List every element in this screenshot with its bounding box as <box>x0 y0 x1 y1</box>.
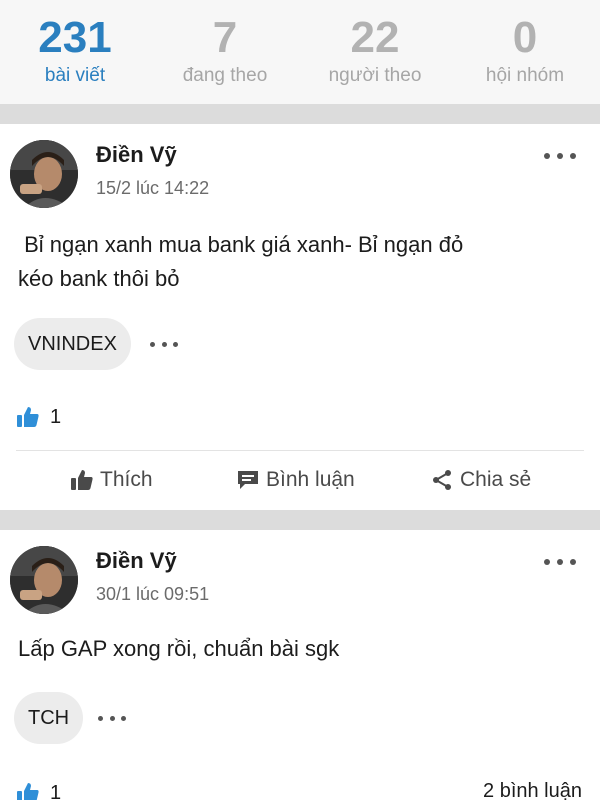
like-button-label: Thích <box>100 468 153 491</box>
post-content-line: Lấp GAP xong rồi, chuẩn bài sgk <box>18 636 340 661</box>
share-button-label: Chia sẻ <box>460 468 532 491</box>
stock-tag[interactable]: VNINDEX <box>14 318 131 370</box>
post-author[interactable]: Điền Vỹ <box>96 142 177 168</box>
stat-followers-count: 22 <box>350 13 400 62</box>
stat-posts-label: bài viết <box>44 65 106 86</box>
section-separator <box>0 104 600 124</box>
stat-groups-label: hội nhóm <box>485 65 565 86</box>
comment-button[interactable]: Bình luận <box>236 460 355 500</box>
stat-posts-count: 231 <box>38 13 112 62</box>
thumbs-up-icon <box>17 407 39 427</box>
post-date: 30/1 lúc 09:51 <box>96 584 210 604</box>
stat-groups[interactable]: 0 hội nhóm <box>450 0 600 104</box>
post-date: 15/2 lúc 14:22 <box>96 178 210 198</box>
tag-more-dots-icon[interactable] <box>98 714 126 722</box>
avatar[interactable] <box>10 140 78 208</box>
profile-stats-bar: 231 bài viết 7 đang theo 22 người theo 0… <box>0 0 600 104</box>
thumbs-up-icon <box>71 470 93 490</box>
post-author[interactable]: Điền Vỹ <box>96 548 177 574</box>
share-button[interactable]: Chia sẻ <box>430 460 531 500</box>
stat-followers[interactable]: 22 người theo <box>300 0 450 104</box>
comment-count-link[interactable]: 2 bình luận <box>483 780 582 800</box>
like-button[interactable]: Thích <box>70 460 153 500</box>
divider <box>16 450 584 451</box>
stat-groups-count: 0 <box>512 13 538 62</box>
comment-button-label: Bình luận <box>266 468 355 491</box>
like-count: 1 <box>50 405 62 428</box>
post-content-line: kéo bank thôi bỏ <box>18 266 180 291</box>
stat-posts[interactable]: 231 bài viết <box>0 0 150 104</box>
post-content: Bỉ ngạn xanh mua bank giá xanh- Bỉ ngạn … <box>18 228 578 296</box>
post-actions: Thích Bình luận Chia sẻ <box>0 460 600 500</box>
post-content-line: Bỉ ngạn xanh mua bank giá xanh- Bỉ ngạn … <box>18 232 464 257</box>
like-summary[interactable]: 1 <box>16 404 61 430</box>
thumbs-up-icon <box>17 783 39 800</box>
more-dots-icon[interactable] <box>544 550 576 574</box>
post-content: Lấp GAP xong rồi, chuẩn bài sgk <box>18 632 578 666</box>
section-separator <box>0 510 600 530</box>
tag-more-dots-icon[interactable] <box>150 340 178 348</box>
post-card: Điền Vỹ 15/2 lúc 14:22 Bỉ ngạn xanh mua … <box>0 124 600 510</box>
stat-followers-label: người theo <box>328 65 422 86</box>
stat-following[interactable]: 7 đang theo <box>150 0 300 104</box>
share-icon <box>433 470 451 490</box>
more-dots-icon[interactable] <box>544 144 576 168</box>
stat-following-count: 7 <box>212 13 238 62</box>
post-card: Điền Vỹ 30/1 lúc 09:51 Lấp GAP xong rồi,… <box>0 530 600 800</box>
comment-icon <box>238 471 258 489</box>
like-count: 1 <box>50 781 62 800</box>
stat-following-label: đang theo <box>182 65 268 86</box>
stock-tag[interactable]: TCH <box>14 692 84 744</box>
avatar[interactable] <box>10 546 78 614</box>
like-summary[interactable]: 1 <box>16 780 61 800</box>
